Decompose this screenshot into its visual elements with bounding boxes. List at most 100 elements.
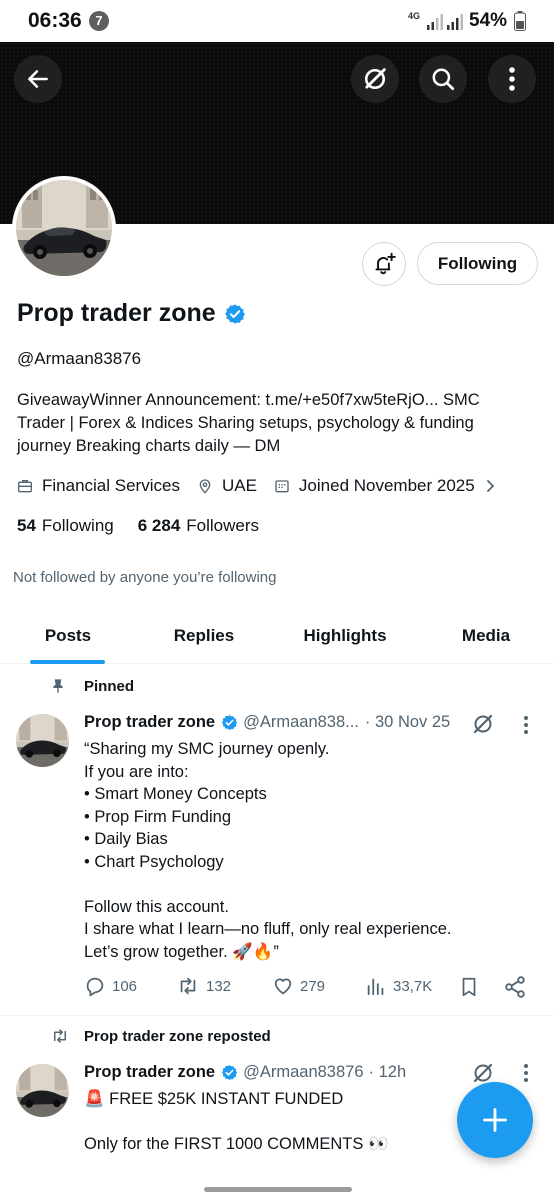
back-button[interactable] — [14, 55, 62, 103]
repost-icon — [180, 977, 196, 995]
views-button[interactable]: 33,7K — [365, 975, 432, 997]
post-line-blank — [84, 873, 504, 896]
status-time: 06:36 — [28, 9, 82, 32]
search-icon — [432, 68, 455, 91]
signal-icon — [427, 14, 443, 30]
status-bar: 06:36 7 4G 54% — [0, 0, 554, 42]
tab-media[interactable]: Media — [418, 608, 554, 663]
post-header: Prop trader zone @Armaan83876 · 12h — [84, 1063, 406, 1082]
post-line: • Chart Psychology — [84, 852, 224, 871]
post-text: 🚨 FREE $25K INSTANT FUNDED Only for the … — [84, 1088, 504, 1156]
post-line: Follow this account. — [84, 897, 229, 916]
reply-count: 106 — [112, 977, 138, 995]
post-line: • Prop Firm Funding — [84, 807, 231, 826]
active-tab-indicator — [30, 660, 105, 664]
chevron-right-icon — [486, 480, 494, 492]
follow-stats: 54 Following 6 284 Followers — [17, 516, 259, 536]
calendar-icon — [275, 480, 289, 493]
signal-icon-sim2 — [447, 14, 463, 30]
post-author-name[interactable]: Prop trader zone — [84, 1063, 215, 1082]
repost-button[interactable]: 132 — [176, 975, 231, 997]
post-avatar[interactable] — [16, 1064, 69, 1117]
reply-icon — [86, 977, 104, 997]
pin-icon — [53, 679, 63, 693]
tab-media-label: Media — [461, 625, 511, 645]
like-button[interactable]: 279 — [272, 975, 325, 997]
share-icon[interactable] — [503, 975, 527, 999]
post-line: Only for the FIRST 1000 COMMENTS 👀 — [84, 1135, 389, 1153]
notification-count-badge: 7 — [89, 11, 109, 31]
analytics-icon — [367, 978, 384, 996]
following-button[interactable]: Following — [417, 242, 538, 285]
battery-percent: 54% — [469, 10, 508, 31]
plus-icon — [483, 1108, 507, 1132]
profile-meta-row: Financial Services UAE Joined November 2… — [17, 476, 513, 496]
profile-bio: GiveawayWinner Announcement: t.me/+e50f7… — [17, 391, 480, 455]
followers-stat[interactable]: 6 284 Followers — [138, 516, 259, 536]
battery-icon — [514, 11, 526, 31]
verified-badge-icon[interactable] — [224, 303, 246, 325]
post-line: Let’s grow together. 🚀🔥” — [84, 942, 279, 961]
back-arrow-icon — [28, 70, 48, 88]
tab-posts[interactable]: Posts — [0, 608, 136, 664]
not-followed-notice: Not followed by anyone you’re following — [13, 569, 277, 586]
category-item: Financial Services — [17, 476, 180, 496]
joined-item[interactable]: Joined November 2025 — [274, 476, 496, 496]
post-line: I share what I learn—no fluff, only real… — [84, 920, 452, 938]
grok-icon[interactable] — [471, 712, 495, 736]
heart-icon — [274, 978, 292, 995]
view-count: 33,7K — [393, 977, 433, 995]
bell-plus-icon — [375, 252, 396, 275]
home-indicator[interactable] — [204, 1187, 352, 1192]
like-count: 279 — [300, 977, 326, 995]
post-timestamp: · 30 Nov 25 — [364, 713, 451, 731]
post-avatar[interactable] — [16, 714, 69, 767]
followers-count: 6 284 — [137, 516, 181, 535]
avatar-car-image — [16, 1064, 69, 1117]
more-vertical-icon — [509, 67, 515, 91]
post-header: Prop trader zone @Armaan838... · 30 Nov … — [84, 713, 450, 732]
tab-replies[interactable]: Replies — [136, 608, 272, 663]
location-label: UAE — [221, 476, 257, 495]
repost-context-label: Prop trader zone reposted — [84, 1027, 271, 1045]
grok-button[interactable] — [351, 55, 399, 103]
following-count: 54 — [17, 516, 36, 535]
joined-label: Joined November 2025 — [298, 476, 475, 495]
bookmark-icon[interactable] — [458, 975, 480, 999]
tab-highlights-label: Highlights — [303, 625, 387, 645]
compose-post-button[interactable] — [457, 1082, 533, 1158]
location-item: UAE — [197, 476, 257, 496]
reply-button[interactable]: 106 — [84, 975, 137, 997]
post-line: 🚨 FREE $25K INSTANT FUNDED — [84, 1090, 344, 1108]
tab-replies-label: Replies — [173, 625, 235, 645]
tab-highlights[interactable]: Highlights — [272, 608, 418, 663]
category-label: Financial Services — [42, 476, 180, 495]
post-line: “Sharing my SMC journey openly. — [84, 740, 330, 758]
more-vertical-icon[interactable] — [523, 1063, 529, 1083]
search-button[interactable] — [419, 55, 467, 103]
profile-avatar[interactable] — [12, 176, 116, 280]
post-timestamp: · 12h — [368, 1063, 407, 1081]
briefcase-icon — [18, 480, 32, 493]
repost-label-row: Prop trader zone reposted — [50, 1027, 271, 1045]
pinned-label: Pinned — [84, 677, 135, 695]
post-author-handle: @Armaan838... — [243, 713, 359, 731]
repost-count: 132 — [206, 977, 232, 995]
post-author-name[interactable]: Prop trader zone — [84, 713, 215, 732]
notifications-toggle-button[interactable] — [362, 242, 406, 286]
following-stat-label: Following — [41, 516, 114, 535]
verified-badge-icon — [221, 1065, 238, 1080]
avatar-car-image — [16, 714, 69, 767]
more-vertical-icon[interactable] — [523, 715, 529, 735]
repost-icon — [54, 1029, 66, 1043]
post-author-handle: @Armaan83876 — [243, 1063, 364, 1081]
more-options-button[interactable] — [488, 55, 536, 103]
profile-name-row: Prop trader zone — [17, 299, 246, 328]
post-line-blank — [84, 1111, 504, 1134]
grok-icon — [364, 68, 386, 90]
following-stat[interactable]: 54 Following — [17, 516, 114, 536]
followers-stat-label: Followers — [186, 516, 260, 535]
network-type: 4G — [408, 11, 421, 21]
avatar-car-image — [16, 180, 112, 276]
post-line: • Smart Money Concepts — [84, 785, 267, 803]
